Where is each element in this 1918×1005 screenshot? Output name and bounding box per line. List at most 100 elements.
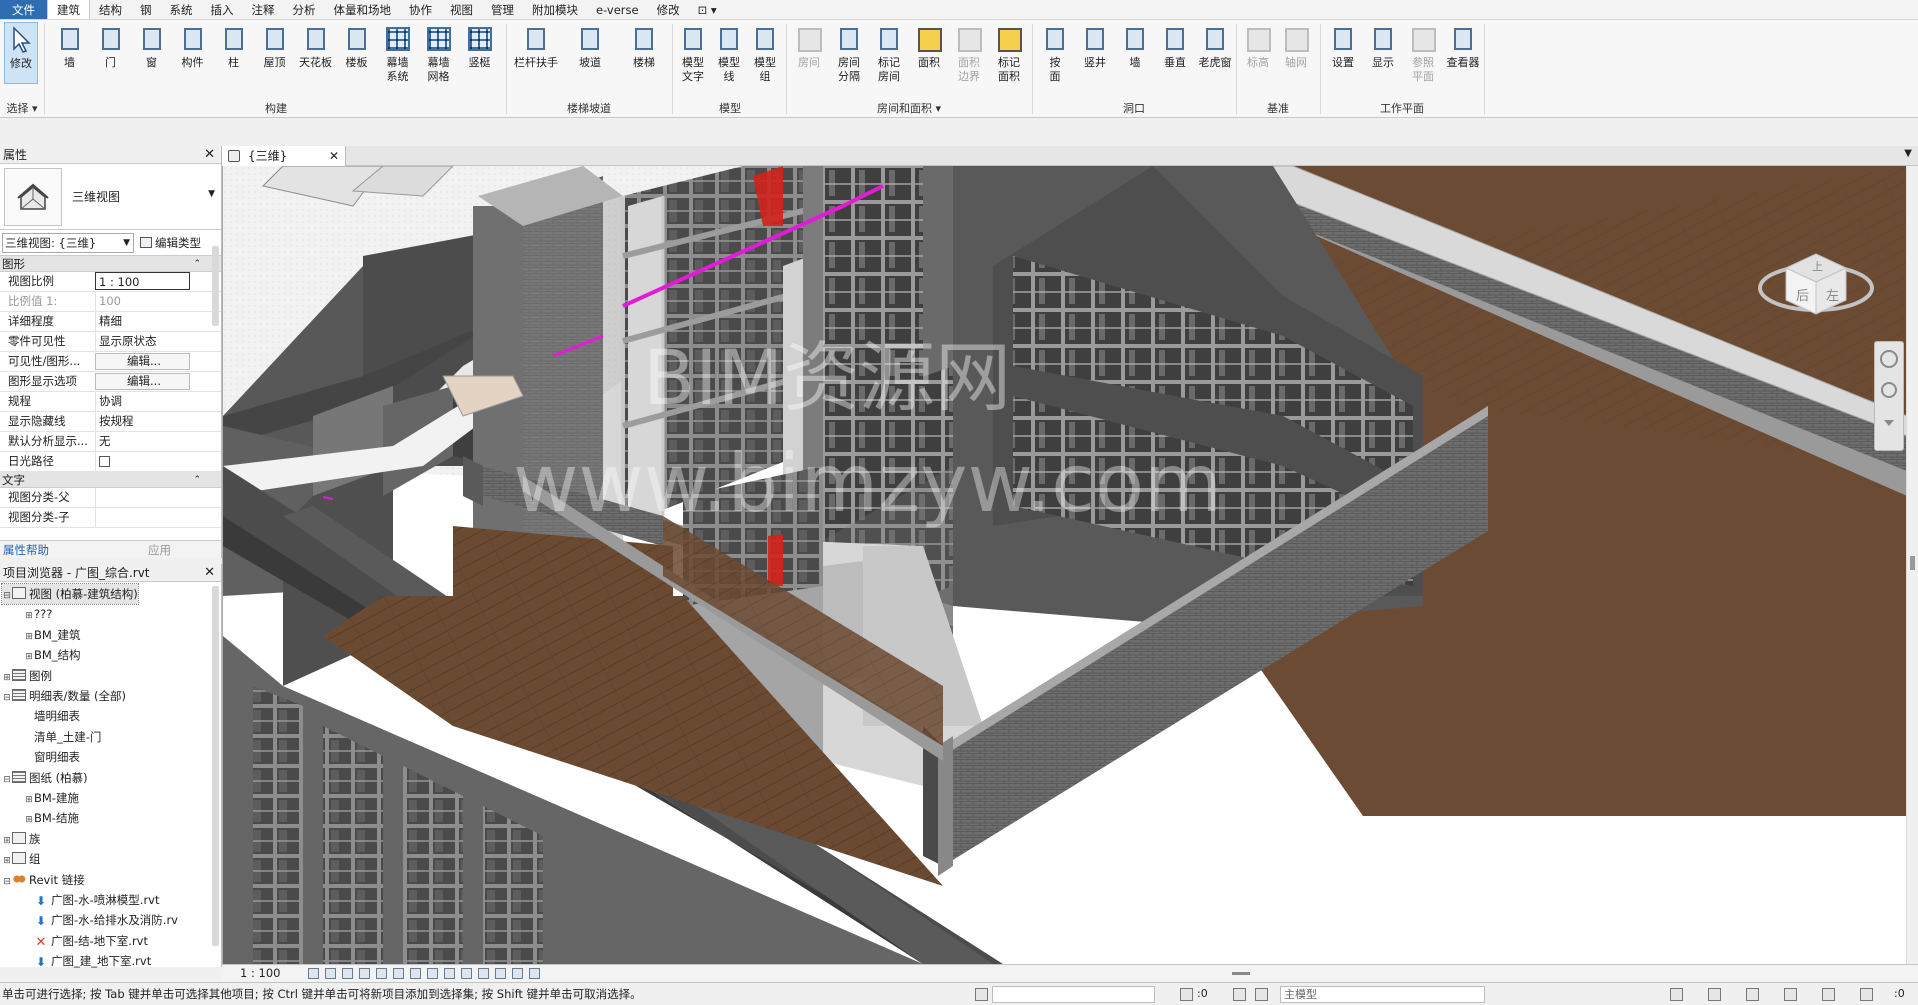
- group-graphics[interactable]: 图形 ⌃: [0, 256, 221, 272]
- expand-icon[interactable]: ⊞: [24, 606, 34, 626]
- tree-item[interactable]: ⬇ 广图-水-喷淋模型.rvt: [24, 890, 160, 910]
- ribbon-tool-build[interactable]: 幕墙 系统: [378, 22, 417, 84]
- expand-icon[interactable]: ⊞: [24, 647, 34, 667]
- tree-item[interactable]: ⊞???: [24, 604, 52, 624]
- collapse-icon[interactable]: ⊟: [2, 586, 12, 606]
- design-option-field[interactable]: 主模型: [1280, 986, 1485, 1003]
- close-icon[interactable]: ✕: [204, 564, 215, 582]
- tree-item[interactable]: ⊞BM-建施: [24, 788, 79, 808]
- ribbon-tool-workplane[interactable]: 显示: [1364, 22, 1402, 70]
- menu-tab[interactable]: 附加模块: [523, 0, 587, 19]
- view-control-icon[interactable]: [359, 968, 370, 979]
- room-panel-title[interactable]: 房间和面积 ▾: [788, 100, 1030, 116]
- tree-item[interactable]: ⊞BM_建筑: [24, 625, 80, 645]
- selection-filter-icon[interactable]: [1708, 988, 1721, 1001]
- tree-item[interactable]: ⊞BM_结构: [24, 645, 80, 667]
- expand-icon[interactable]: ⊞: [24, 790, 34, 810]
- workset-icon[interactable]: [975, 988, 988, 1001]
- ribbon-tool-room[interactable]: 面积: [910, 22, 948, 70]
- collapse-icon[interactable]: ⊟: [2, 872, 12, 892]
- view-control-icon[interactable]: [410, 968, 421, 979]
- close-icon[interactable]: ✕: [204, 146, 215, 164]
- tree-item[interactable]: ⬇ 广图_建_地下室.rvt: [24, 951, 151, 971]
- tree-item[interactable]: 清单_土建-门: [24, 727, 101, 747]
- expand-icon[interactable]: ⊞: [24, 810, 34, 830]
- ribbon-tool-opening[interactable]: 竖井: [1076, 22, 1114, 70]
- selection-filter-icon[interactable]: [1784, 988, 1797, 1001]
- zoom-icon[interactable]: [1881, 382, 1897, 398]
- tree-item[interactable]: ⊞ 图例: [2, 666, 52, 686]
- tree-item[interactable]: 窗明细表: [24, 747, 80, 767]
- menu-tab[interactable]: 视图: [441, 0, 482, 19]
- view-control-icon[interactable]: [342, 968, 353, 979]
- menu-tab[interactable]: e-verse: [587, 0, 648, 19]
- collapse-icon[interactable]: ⊟: [2, 770, 12, 790]
- ribbon-tool-workplane[interactable]: 查看器: [1444, 22, 1482, 70]
- menu-tab[interactable]: 修改: [648, 0, 689, 19]
- ribbon-tool-build[interactable]: 幕墙 网格: [419, 22, 458, 84]
- ribbon-tool-circulation[interactable]: 坡道: [564, 22, 616, 70]
- browser-scrollbar[interactable]: [212, 586, 219, 946]
- property-value[interactable]: 按规程: [95, 412, 190, 431]
- ribbon-tool-workplane[interactable]: 设置: [1324, 22, 1362, 70]
- ribbon-tool-model[interactable]: 模型 文字: [676, 22, 710, 84]
- ribbon-tool-build[interactable]: 天花板: [296, 22, 335, 70]
- tree-item[interactable]: ⊟ Revit 链接: [2, 870, 85, 890]
- checkbox[interactable]: [99, 456, 110, 467]
- view-control-icon[interactable]: [427, 968, 438, 979]
- menu-tab[interactable]: 结构: [90, 0, 131, 19]
- view-scrollbar[interactable]: [1906, 166, 1918, 964]
- properties-scrollbar[interactable]: [212, 246, 219, 326]
- menu-tab[interactable]: 分析: [284, 0, 325, 19]
- tree-item[interactable]: ✕ 广图-结-地下室.rvt: [24, 931, 148, 951]
- ribbon-tool-opening[interactable]: 垂直: [1156, 22, 1194, 70]
- viewcube[interactable]: 上 后 左: [1756, 218, 1876, 338]
- ribbon-tool-room[interactable]: 面积 边界: [950, 22, 988, 84]
- property-value[interactable]: 无: [95, 432, 190, 451]
- selection-filter-icon[interactable]: [1746, 988, 1759, 1001]
- menu-tab[interactable]: 建筑: [47, 0, 90, 19]
- view-control-icon[interactable]: [444, 968, 455, 979]
- ribbon-tool-opening[interactable]: 老虎窗: [1196, 22, 1234, 70]
- selection-filter-icon[interactable]: [1822, 988, 1835, 1001]
- tree-item[interactable]: ⊞ 组: [2, 849, 41, 869]
- apply-button[interactable]: 应用: [148, 541, 171, 559]
- menu-tab[interactable]: 管理: [482, 0, 523, 19]
- instance-dropdown[interactable]: 三维视图: {三维} ▼: [2, 233, 134, 253]
- tabs-dropdown-icon[interactable]: ▼: [1904, 148, 1912, 159]
- ribbon-tool-build[interactable]: 柱: [214, 22, 253, 70]
- view-control-icon[interactable]: [529, 968, 540, 979]
- tab-3d-view[interactable]: {三维} ✕: [222, 146, 346, 166]
- expand-icon[interactable]: ⊞: [2, 831, 12, 851]
- selection-filter-icon[interactable]: [1860, 988, 1873, 1001]
- tree-item[interactable]: ⊞BM-结施: [24, 808, 79, 828]
- collapse-icon[interactable]: ⊟: [2, 688, 12, 708]
- view-control-icon[interactable]: [376, 968, 387, 979]
- property-value[interactable]: 协调: [95, 392, 190, 411]
- view-control-icon[interactable]: [495, 968, 506, 979]
- ribbon-tool-opening[interactable]: 按 面: [1036, 22, 1074, 84]
- modify-button[interactable]: 修改: [4, 22, 38, 84]
- ribbon-tool-build[interactable]: 构件: [173, 22, 212, 70]
- tree-item[interactable]: ⊟ 图纸 (柏慕): [2, 768, 88, 788]
- ribbon-tool-build[interactable]: 门: [91, 22, 130, 70]
- 3d-viewport[interactable]: BIM资源网 www.bimzyw.com 上 后 左: [222, 166, 1906, 964]
- type-selector[interactable]: 三维视图 ▼: [0, 164, 221, 230]
- menu-tab[interactable]: ⊡ ▾: [689, 0, 726, 19]
- ribbon-tool-room[interactable]: 房间: [790, 22, 828, 70]
- menu-tab[interactable]: 钢: [131, 0, 161, 19]
- ribbon-tool-datum[interactable]: 标高: [1240, 22, 1276, 70]
- menu-tab[interactable]: 插入: [202, 0, 243, 19]
- ribbon-tool-circulation[interactable]: 栏杆扶手: [510, 22, 562, 70]
- ribbon-tool-build[interactable]: 楼板: [337, 22, 376, 70]
- ribbon-tool-workplane[interactable]: 参照 平面: [1404, 22, 1442, 84]
- ribbon-tool-model[interactable]: 模型 组: [748, 22, 782, 84]
- menu-tab[interactable]: 注释: [243, 0, 284, 19]
- ribbon-tool-build[interactable]: 窗: [132, 22, 171, 70]
- ribbon-tool-circulation[interactable]: 楼梯: [618, 22, 670, 70]
- ribbon-tool-opening[interactable]: 墙: [1116, 22, 1154, 70]
- ribbon-tool-build[interactable]: 竖梃: [460, 22, 499, 70]
- menu-tab[interactable]: 系统: [161, 0, 202, 19]
- tree-item[interactable]: ⬇ 广图-水-给排水及消防.rv: [24, 910, 178, 930]
- steering-wheel-icon[interactable]: [1880, 350, 1898, 368]
